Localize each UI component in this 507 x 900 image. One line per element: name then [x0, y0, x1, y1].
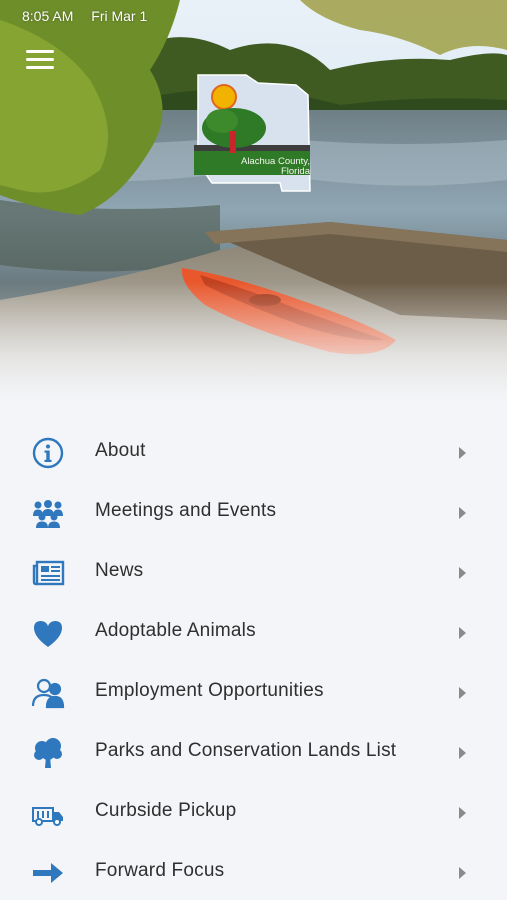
people-group-icon [31, 496, 65, 530]
chevron-right-icon [459, 507, 466, 519]
chevron-right-icon [459, 867, 466, 879]
hero-photo [0, 0, 507, 402]
garbage-truck-icon [31, 796, 65, 830]
arrow-right-icon [31, 856, 65, 890]
menu-item-label: Curbside Pickup [95, 800, 237, 821]
menu-item-employment[interactable]: Employment Opportunities [0, 662, 507, 722]
chevron-right-icon [459, 747, 466, 759]
chevron-right-icon [459, 567, 466, 579]
menu-item-label: About [95, 440, 146, 461]
menu-item-meetings-events[interactable]: Meetings and Events [0, 482, 507, 542]
menu-item-parks[interactable]: Parks and Conservation Lands List [0, 722, 507, 782]
chevron-right-icon [459, 807, 466, 819]
status-bar: 8:05 AM Fri Mar 1 [22, 8, 161, 24]
main-menu: About Meetings and Events News Adoptable… [0, 422, 507, 900]
menu-item-adoptable-animals[interactable]: Adoptable Animals [0, 602, 507, 662]
info-icon [31, 436, 65, 470]
chevron-right-icon [459, 447, 466, 459]
status-date: Fri Mar 1 [91, 8, 148, 24]
menu-item-label: Parks and Conservation Lands List [95, 740, 397, 761]
menu-item-about[interactable]: About [0, 422, 507, 482]
menu-item-label: Forward Focus [95, 860, 225, 881]
chevron-right-icon [459, 627, 466, 639]
menu-item-forward-focus[interactable]: Forward Focus [0, 842, 507, 900]
tree-icon [31, 736, 65, 770]
menu-item-curbside-pickup[interactable]: Curbside Pickup [0, 782, 507, 842]
newspaper-icon [31, 556, 65, 590]
heart-icon [31, 616, 65, 650]
menu-item-label: News [95, 560, 144, 581]
employees-icon [31, 676, 65, 710]
hamburger-icon[interactable] [26, 50, 54, 74]
menu-item-news[interactable]: News [0, 542, 507, 602]
menu-item-label: Meetings and Events [95, 500, 277, 521]
status-time: 8:05 AM [22, 8, 74, 24]
menu-item-label: Adoptable Animals [95, 620, 256, 641]
logo-caption-line2: Florida [280, 166, 310, 177]
menu-item-label: Employment Opportunities [95, 680, 324, 701]
logo-caption: Alachua County, Florida [228, 157, 310, 177]
chevron-right-icon [459, 687, 466, 699]
